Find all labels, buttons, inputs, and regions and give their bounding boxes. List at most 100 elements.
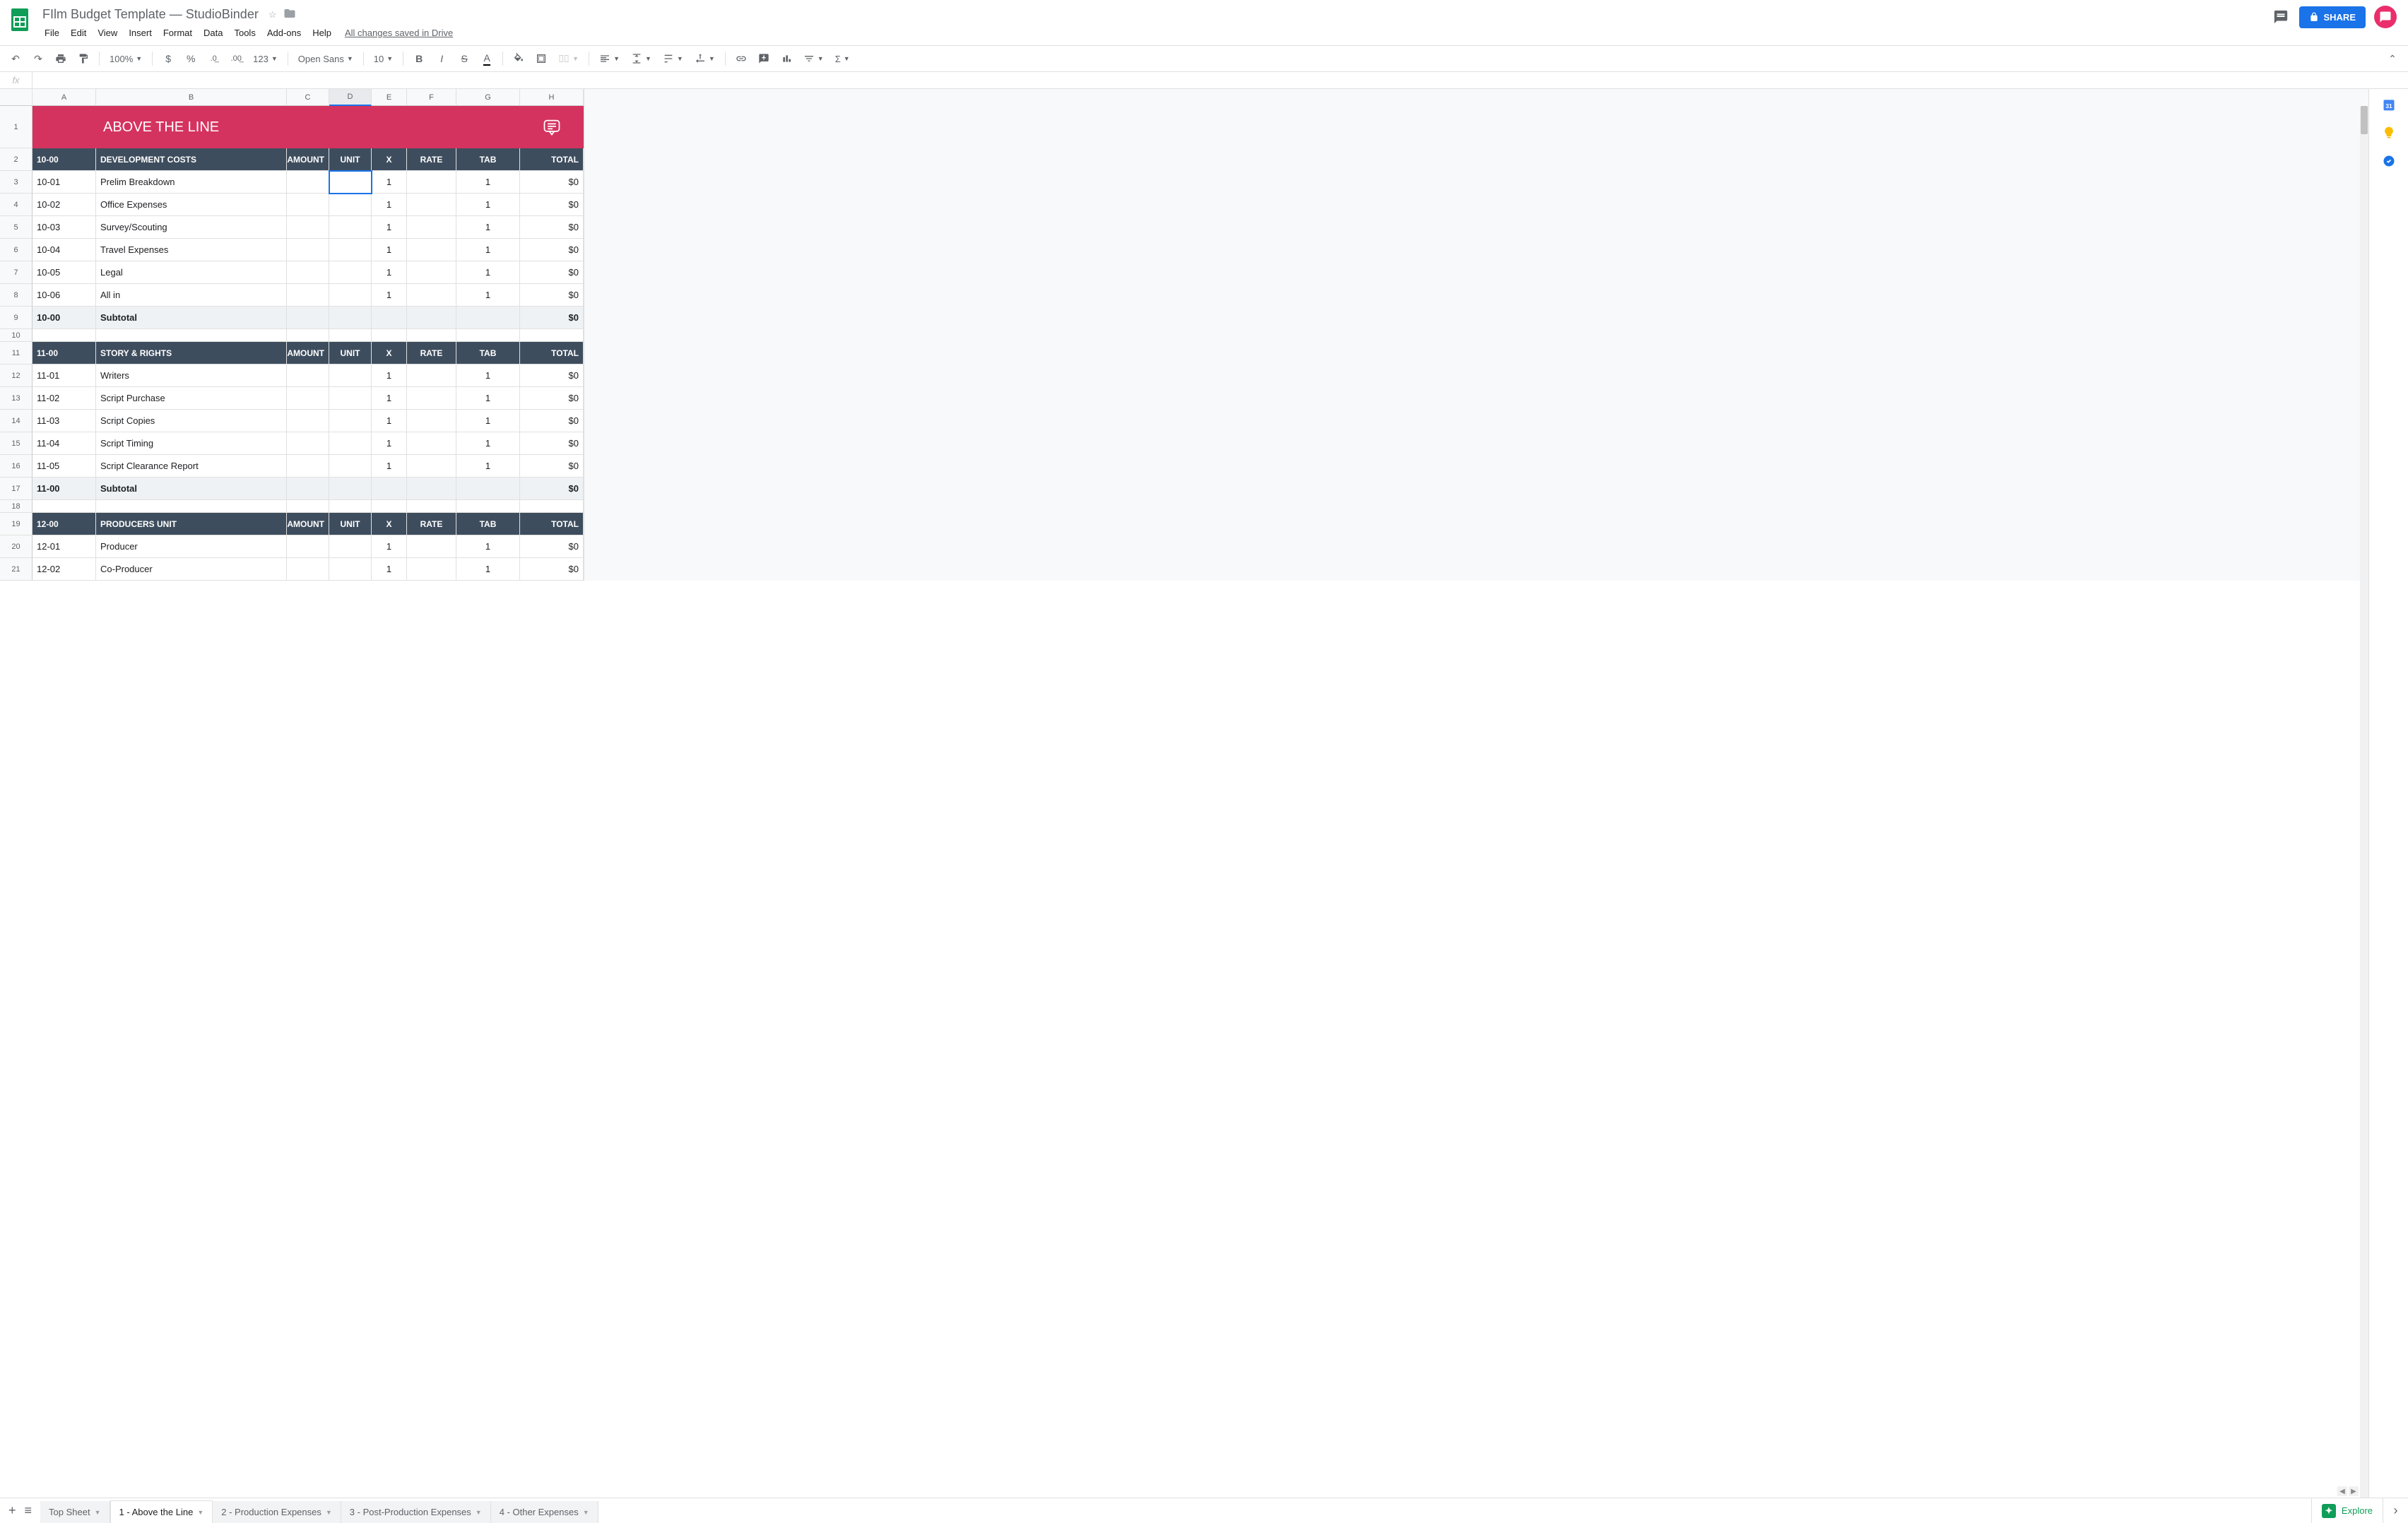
- cell[interactable]: [407, 410, 456, 432]
- cell[interactable]: [407, 329, 456, 342]
- cell[interactable]: Co-Producer: [96, 558, 287, 581]
- cell[interactable]: $0: [520, 558, 584, 581]
- cell[interactable]: 10-00: [33, 307, 96, 329]
- tasks-icon[interactable]: [2382, 154, 2396, 168]
- sheet-tab-top[interactable]: Top Sheet▼: [40, 1501, 110, 1523]
- cell[interactable]: [329, 307, 372, 329]
- cell[interactable]: AMOUNT: [287, 342, 329, 365]
- cell[interactable]: X: [372, 148, 407, 171]
- folder-icon[interactable]: [283, 7, 296, 22]
- cell[interactable]: [96, 500, 287, 513]
- decrease-decimal-icon[interactable]: .0̲: [203, 49, 223, 69]
- format-number-dropdown[interactable]: 123▼: [249, 51, 282, 67]
- add-sheet-icon[interactable]: +: [8, 1503, 16, 1518]
- cell-comment-icon[interactable]: [520, 106, 584, 148]
- undo-icon[interactable]: ↶: [6, 49, 25, 69]
- cell[interactable]: UNIT: [329, 342, 372, 365]
- cell[interactable]: $0: [520, 171, 584, 194]
- cell[interactable]: [407, 171, 456, 194]
- cell[interactable]: Legal: [96, 261, 287, 284]
- cell[interactable]: 1: [372, 239, 407, 261]
- cell[interactable]: [456, 307, 520, 329]
- cell[interactable]: TAB: [456, 342, 520, 365]
- cell[interactable]: 12-02: [33, 558, 96, 581]
- cell[interactable]: [329, 535, 372, 558]
- cell[interactable]: 1: [456, 261, 520, 284]
- cell[interactable]: [287, 216, 329, 239]
- cell[interactable]: [329, 365, 372, 387]
- cell[interactable]: 10-02: [33, 194, 96, 216]
- cell[interactable]: STORY & RIGHTS: [96, 342, 287, 365]
- cell[interactable]: [329, 239, 372, 261]
- cell[interactable]: DEVELOPMENT COSTS: [96, 148, 287, 171]
- cell[interactable]: [287, 478, 329, 500]
- cell[interactable]: [407, 239, 456, 261]
- cell[interactable]: AMOUNT: [287, 513, 329, 535]
- column-header-f[interactable]: F: [407, 89, 456, 106]
- cell[interactable]: Subtotal: [96, 478, 287, 500]
- cell[interactable]: $0: [520, 410, 584, 432]
- cell[interactable]: 1: [456, 239, 520, 261]
- cell[interactable]: 1: [372, 455, 407, 478]
- cell[interactable]: $0: [520, 261, 584, 284]
- saved-status[interactable]: All changes saved in Drive: [345, 28, 453, 38]
- menu-edit[interactable]: Edit: [66, 25, 91, 41]
- cell[interactable]: RATE: [407, 513, 456, 535]
- cell[interactable]: Survey/Scouting: [96, 216, 287, 239]
- menu-view[interactable]: View: [93, 25, 122, 41]
- cell[interactable]: [407, 216, 456, 239]
- filter-icon[interactable]: ▼: [799, 50, 828, 67]
- menu-data[interactable]: Data: [199, 25, 228, 41]
- cell[interactable]: X: [372, 513, 407, 535]
- cell[interactable]: [287, 307, 329, 329]
- horizontal-scroll-nav[interactable]: ◀▶: [2337, 1486, 2359, 1496]
- cell[interactable]: [329, 171, 372, 194]
- cell[interactable]: [520, 329, 584, 342]
- horizontal-align-icon[interactable]: ▼: [595, 50, 624, 67]
- column-header-b[interactable]: B: [96, 89, 287, 106]
- cell[interactable]: $0: [520, 455, 584, 478]
- sheet-tab-other[interactable]: 4 - Other Expenses▼: [491, 1501, 598, 1523]
- row-header[interactable]: 21: [0, 558, 33, 581]
- cell[interactable]: 10-06: [33, 284, 96, 307]
- cell[interactable]: [329, 455, 372, 478]
- cell[interactable]: 11-00: [33, 478, 96, 500]
- row-header[interactable]: 20: [0, 535, 33, 558]
- cell[interactable]: TAB: [456, 513, 520, 535]
- cell[interactable]: $0: [520, 432, 584, 455]
- italic-icon[interactable]: I: [432, 49, 452, 69]
- cell[interactable]: [33, 106, 96, 148]
- row-header[interactable]: 17: [0, 478, 33, 500]
- cell[interactable]: All in: [96, 284, 287, 307]
- cell[interactable]: 10-00: [33, 148, 96, 171]
- percent-icon[interactable]: %: [181, 49, 201, 69]
- cell[interactable]: Travel Expenses: [96, 239, 287, 261]
- cell[interactable]: [456, 106, 520, 148]
- row-header[interactable]: 9: [0, 307, 33, 329]
- cell[interactable]: [33, 329, 96, 342]
- row-header[interactable]: 8: [0, 284, 33, 307]
- paint-format-icon[interactable]: [73, 49, 93, 69]
- cell[interactable]: [407, 478, 456, 500]
- cell[interactable]: Office Expenses: [96, 194, 287, 216]
- cell[interactable]: 10-05: [33, 261, 96, 284]
- fill-color-icon[interactable]: [509, 49, 529, 69]
- cell[interactable]: [287, 387, 329, 410]
- font-dropdown[interactable]: Open Sans▼: [294, 51, 358, 67]
- cell[interactable]: 1: [372, 261, 407, 284]
- menu-tools[interactable]: Tools: [229, 25, 260, 41]
- cell[interactable]: ABOVE THE LINE: [96, 106, 287, 148]
- cell[interactable]: [329, 216, 372, 239]
- cell[interactable]: 1: [372, 535, 407, 558]
- cell[interactable]: [407, 500, 456, 513]
- cell[interactable]: TAB: [456, 148, 520, 171]
- cell[interactable]: $0: [520, 307, 584, 329]
- cell[interactable]: 1: [456, 455, 520, 478]
- explore-button[interactable]: ✦Explore: [2311, 1498, 2383, 1523]
- merge-cells-icon[interactable]: ▼: [554, 50, 583, 67]
- cell[interactable]: 11-04: [33, 432, 96, 455]
- column-header-g[interactable]: G: [456, 89, 520, 106]
- insert-link-icon[interactable]: [731, 49, 751, 69]
- row-header[interactable]: 6: [0, 239, 33, 261]
- menu-help[interactable]: Help: [307, 25, 336, 41]
